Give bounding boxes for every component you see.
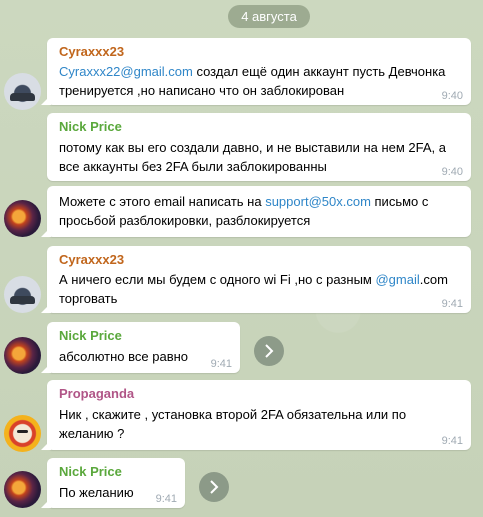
message-bubble[interactable]: Nick Price По желанию 9:41 [47, 458, 185, 508]
message-bubble[interactable]: Cyraxxx23 А ничего если мы будем с одног… [47, 246, 471, 313]
message-text-segment: письмо с [370, 194, 429, 209]
message-text: торговать [59, 291, 118, 306]
message-text-segment: .com [419, 272, 448, 287]
message-time: 9:41 [155, 493, 177, 505]
avatar-propaganda[interactable] [4, 415, 41, 452]
message-text-segment: создал ещё один аккаунт пусть Девчонка [192, 64, 446, 79]
message-text: По желанию [59, 485, 134, 500]
message-text: абсолютно все равно [59, 349, 189, 364]
message-time: 9:41 [441, 298, 463, 310]
forward-button[interactable] [199, 472, 229, 502]
mention-link[interactable]: @gmail [375, 272, 419, 287]
message-text: просьбой разблокировки, разблокируется [59, 213, 311, 228]
email-link[interactable]: support@50x.com [265, 194, 371, 209]
email-link[interactable]: Cyraxxx22@gmail.com [59, 64, 193, 79]
message-text: потому как вы его создали давно, и не вы… [59, 140, 447, 155]
message-text: все аккаунты без 2FA были заблокированны [59, 159, 327, 174]
message-text-segment: Можете с этого email написать на [59, 194, 266, 209]
sender-name[interactable]: Cyraxxx23 [59, 252, 124, 267]
message-text-segment: А ничего если мы будем с одного wi Fi ,н… [59, 272, 376, 287]
avatar-nick-price[interactable] [4, 200, 41, 237]
forward-button[interactable] [254, 336, 284, 366]
avatar-cyraxxx23[interactable] [4, 276, 41, 313]
message-bubble[interactable]: Nick Price потому как вы его создали дав… [47, 113, 471, 181]
message-text: Cyraxxx22@gmail.com создал ещё один акка… [59, 62, 445, 82]
message-bubble[interactable]: Nick Price абсолютно все равно 9:41 [47, 322, 240, 373]
sender-name[interactable]: Cyraxxx23 [59, 44, 124, 59]
message-text: Можете с этого email написать на support… [59, 192, 428, 212]
message-time: 9:41 [441, 435, 463, 447]
message-bubble[interactable]: Cyraxxx23 Cyraxxx22@gmail.com создал ещё… [47, 38, 471, 105]
message-bubble[interactable]: Propaganda Ник , скажите , установка вто… [47, 380, 471, 450]
message-bubble[interactable]: Можете с этого email написать на support… [47, 186, 471, 237]
date-divider: 4 августа [228, 5, 310, 28]
avatar-nick-price[interactable] [4, 337, 41, 374]
message-time: 9:40 [441, 166, 463, 178]
chevron-right-icon [265, 344, 274, 358]
chevron-right-icon [210, 480, 219, 494]
sender-name[interactable]: Nick Price [59, 119, 122, 134]
message-text: желанию ? [59, 426, 125, 441]
avatar-nick-price[interactable] [4, 471, 41, 508]
message-time: 9:40 [441, 90, 463, 102]
sender-name[interactable]: Propaganda [59, 386, 134, 401]
message-text: А ничего если мы будем с одного wi Fi ,н… [59, 270, 448, 290]
message-text: тренируется ,но написано что он заблокир… [59, 83, 345, 98]
avatar-cyraxxx23[interactable] [4, 73, 41, 110]
message-text: Ник , скажите , установка второй 2FA обя… [59, 407, 407, 422]
message-time: 9:41 [210, 358, 232, 370]
sender-name[interactable]: Nick Price [59, 328, 122, 343]
sender-name[interactable]: Nick Price [59, 464, 122, 479]
